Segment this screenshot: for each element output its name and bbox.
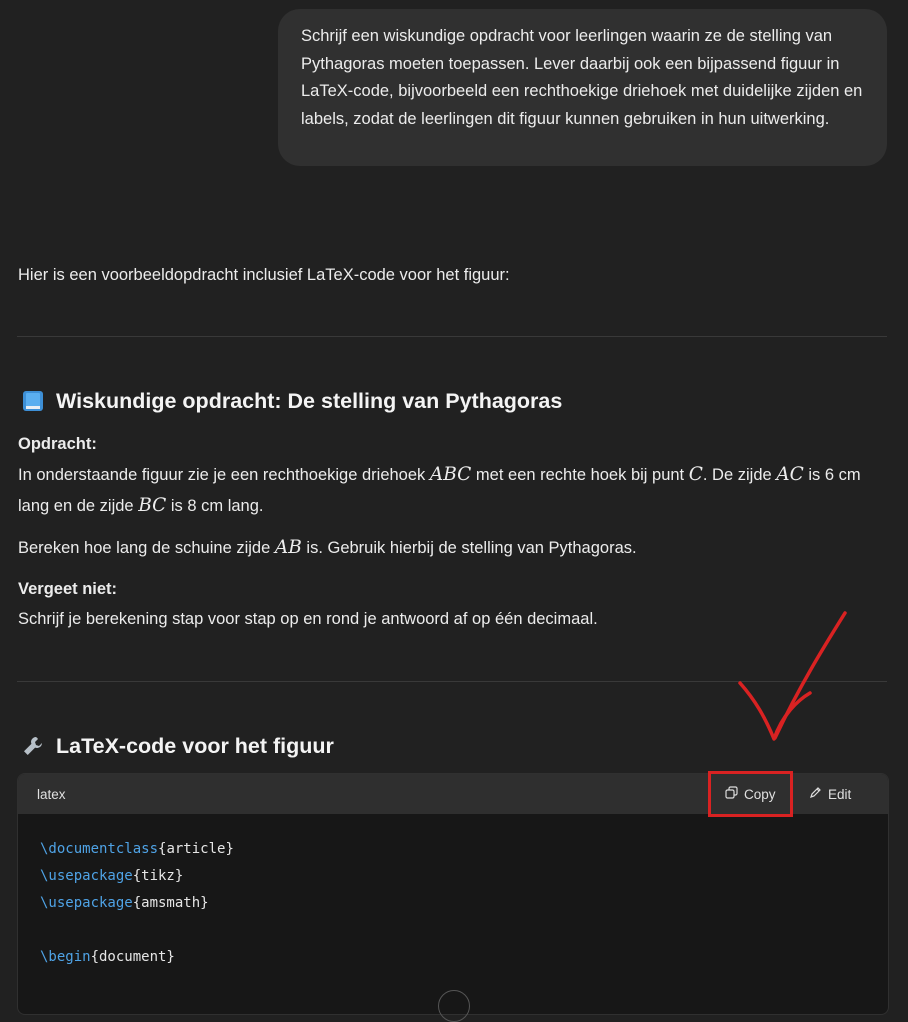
code-line: \documentclass{article} [40,841,234,857]
vergeet-label: Vergeet niet: [18,580,118,598]
annotation-arrow-icon [738,611,847,741]
bereken-paragraph: Bereken hoe lang de schuine zijde AB is.… [18,537,637,558]
edit-label: Edit [828,786,852,802]
section-title: LaTeX-code voor het figuur [56,734,334,758]
code-line: \usepackage{amsmath} [40,895,209,911]
edit-button[interactable]: Edit [809,774,851,814]
divider [17,336,887,337]
code-line: \begin{document} [40,949,175,965]
code-line: \usepackage{tikz} [40,868,184,884]
annotation-highlight-box [708,771,793,817]
user-message-bubble: Schrijf een wiskundige opdracht voor lee… [278,9,887,166]
section-heading-opdracht: Wiskundige opdracht: De stelling van Pyt… [19,386,562,416]
pencil-icon [809,786,822,802]
assistant-intro: Hier is een voorbeeldopdracht inclusief … [18,266,510,284]
code-content: \documentclass{article} \usepackage{tikz… [18,814,888,971]
section-heading-latex: LaTeX-code voor het figuur [19,731,334,761]
wrench-icon [19,733,46,760]
scroll-down-button[interactable] [438,990,470,1022]
user-message-text: Schrijf een wiskundige opdracht voor lee… [301,27,863,128]
opdracht-label: Opdracht: [18,435,97,453]
blue-book-icon [19,388,46,415]
opdracht-paragraph: In onderstaande figuur zie je een rechth… [18,464,861,516]
section-title: Wiskundige opdracht: De stelling van Pyt… [56,389,563,413]
code-language-label: latex [37,786,66,802]
